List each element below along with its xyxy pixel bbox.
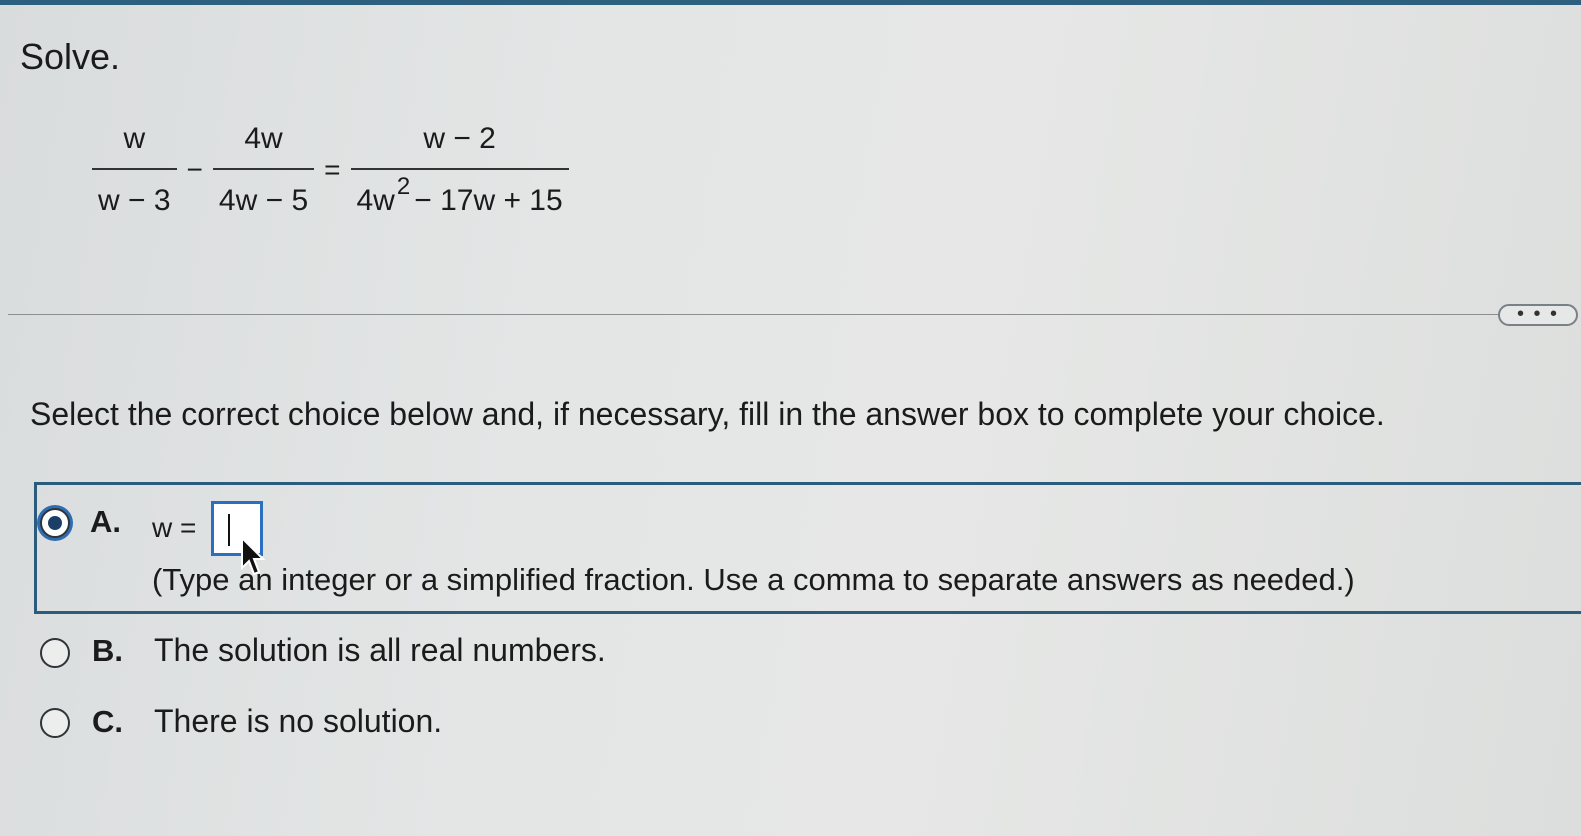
choice-a-radio[interactable] bbox=[40, 508, 70, 538]
text-caret bbox=[228, 514, 230, 546]
fraction-2-denominator: 4w − 5 bbox=[218, 184, 309, 217]
denominator-rest: − 17w + 15 bbox=[414, 184, 563, 217]
fraction-1-denominator: w − 3 bbox=[98, 184, 171, 217]
denominator-term-4w: 4w bbox=[356, 184, 395, 217]
minus-sign: − bbox=[186, 154, 203, 185]
mouse-pointer-icon bbox=[241, 536, 266, 576]
equals-sign: = bbox=[324, 154, 341, 185]
instruction-text: Select the correct choice below and, if … bbox=[30, 396, 1385, 432]
fraction-3-numerator: w − 2 bbox=[350, 122, 569, 170]
fraction-3-denominator: 4w2− 17w + 15 bbox=[351, 170, 569, 218]
fraction-1-numerator: w bbox=[92, 122, 177, 170]
section-divider bbox=[8, 314, 1503, 315]
radio-selected-dot bbox=[48, 516, 62, 530]
choice-a-letter: A. bbox=[90, 504, 121, 539]
fraction-2-numerator: 4w bbox=[212, 122, 315, 170]
fraction-2: 4w 4w − 5 bbox=[212, 122, 315, 218]
choice-c-radio[interactable] bbox=[40, 708, 70, 738]
choice-c-text[interactable]: There is no solution. bbox=[154, 703, 442, 740]
choice-b-letter: B. bbox=[92, 633, 123, 668]
fraction-1: w w − 3 bbox=[92, 122, 177, 218]
choice-a-hint: (Type an integer or a simplified fractio… bbox=[152, 562, 1355, 597]
choice-a-prefix: w = bbox=[152, 512, 197, 543]
choice-b-text[interactable]: The solution is all real numbers. bbox=[154, 632, 606, 669]
exponent: 2 bbox=[396, 173, 411, 200]
more-options-button[interactable]: • • • bbox=[1498, 304, 1578, 326]
question-title: Solve. bbox=[20, 36, 121, 77]
equation: w w − 3 − 4w 4w − 5 = w − 2 4w2− 17w + 1… bbox=[92, 122, 569, 218]
top-bar bbox=[0, 0, 1581, 5]
choice-b-radio[interactable] bbox=[40, 638, 70, 668]
choice-c-letter: C. bbox=[92, 704, 123, 739]
fraction-3: w − 2 4w2− 17w + 15 bbox=[350, 122, 569, 218]
